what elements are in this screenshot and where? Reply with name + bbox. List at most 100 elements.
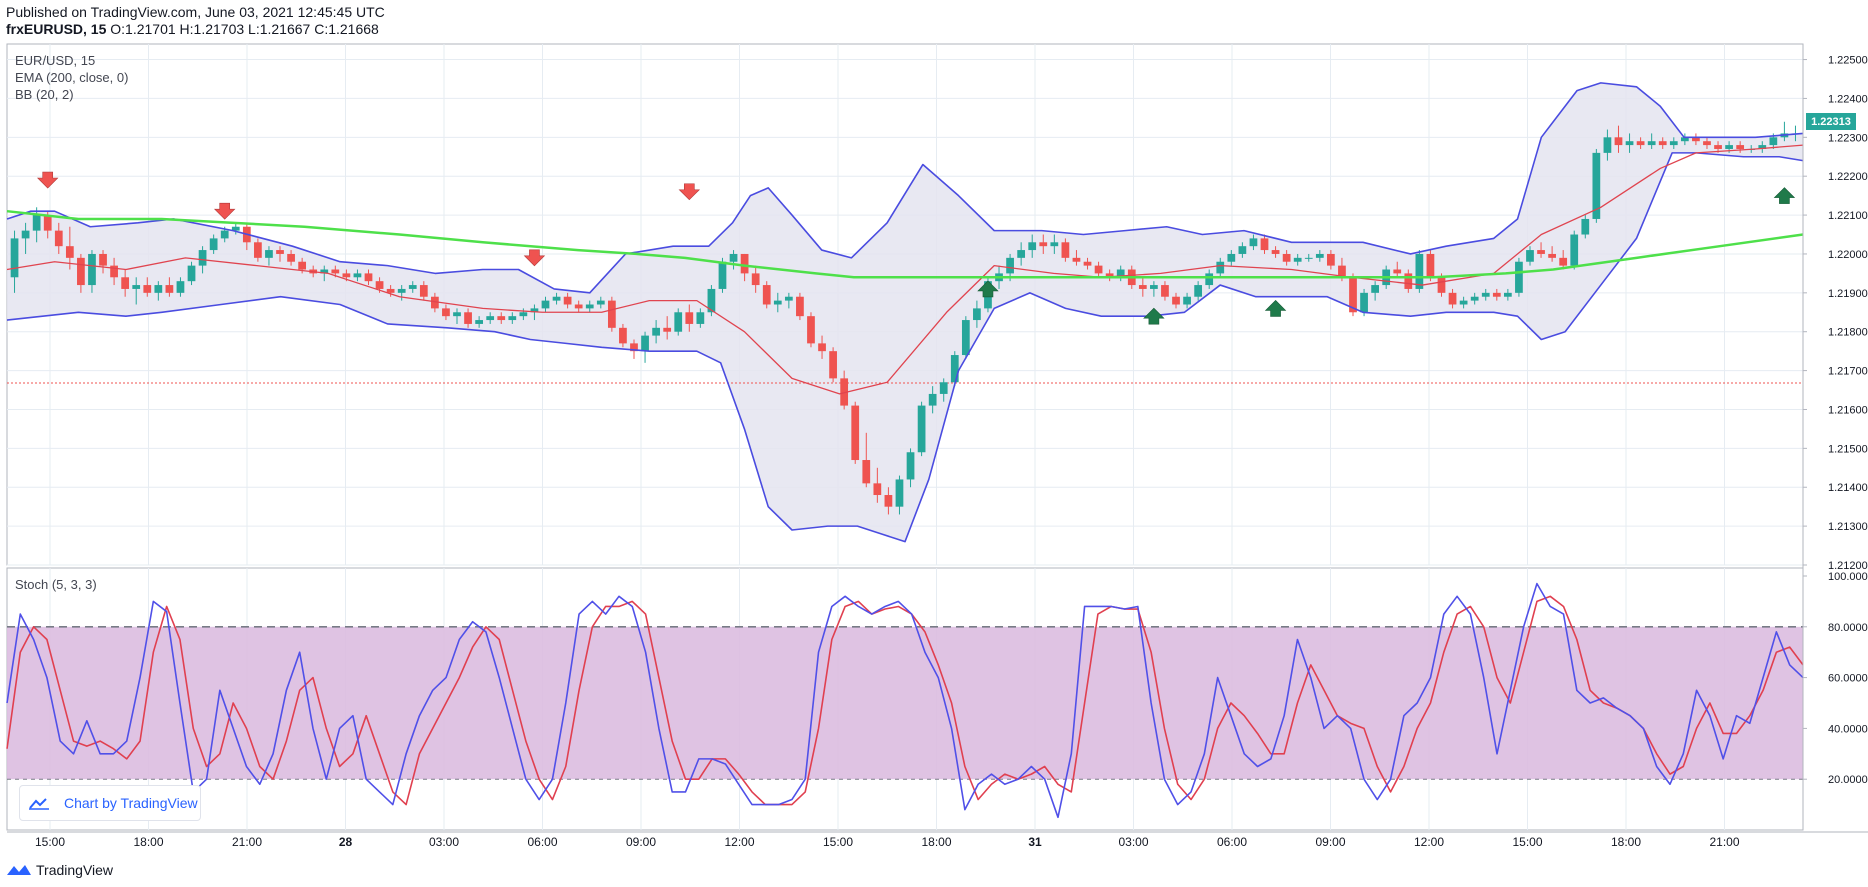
candle-body bbox=[1769, 137, 1778, 146]
candle-body bbox=[784, 296, 793, 301]
candle-body bbox=[1327, 253, 1335, 266]
candle-body bbox=[1227, 253, 1236, 262]
candle-body bbox=[1138, 285, 1147, 289]
candle-body bbox=[1526, 250, 1534, 262]
last-price-tag: 1.22313 bbox=[1806, 113, 1856, 130]
x-tick-label: 18:00 bbox=[133, 835, 163, 849]
candle-body bbox=[419, 285, 428, 297]
candle-body bbox=[1603, 137, 1612, 153]
candle-body bbox=[1470, 296, 1479, 301]
legend-symbol: EUR/USD, 15 bbox=[15, 53, 96, 68]
chart-canvas[interactable]: 15:00 18:00 21:00 28 03:00 06:00 09:00 12:00 15:… bbox=[0, 0, 1868, 887]
candle-body bbox=[1006, 257, 1014, 274]
candle-body bbox=[773, 300, 782, 305]
x-tick-label: 03:00 bbox=[1118, 835, 1148, 849]
candle-body bbox=[54, 230, 63, 247]
candle-body bbox=[220, 230, 229, 239]
candle-body bbox=[176, 281, 185, 293]
candle-body bbox=[1039, 242, 1048, 247]
candle-body bbox=[1172, 296, 1180, 305]
candle-body bbox=[1282, 253, 1291, 262]
y-tick-label: 1.22100 bbox=[1828, 210, 1868, 222]
candle-body bbox=[1393, 269, 1402, 274]
candle-body bbox=[939, 382, 948, 394]
candle-body bbox=[1625, 141, 1634, 146]
stoch-band-fill bbox=[7, 626, 1803, 780]
candle-body bbox=[585, 304, 594, 309]
candle-body bbox=[641, 335, 649, 352]
candle-body bbox=[1570, 234, 1579, 266]
candle-body bbox=[453, 312, 461, 317]
candle-body bbox=[895, 479, 904, 507]
candle-body bbox=[1161, 285, 1169, 297]
y-tick-label: 1.21500 bbox=[1828, 443, 1868, 455]
candle-body bbox=[807, 316, 815, 344]
candle-body bbox=[607, 300, 616, 328]
buy-arrow-marker bbox=[1773, 187, 1796, 204]
x-tick-label: 12:00 bbox=[1414, 835, 1444, 849]
candle-body bbox=[43, 215, 52, 231]
x-tick-label: 15:00 bbox=[1512, 835, 1542, 849]
footer-label: TradingView bbox=[36, 862, 114, 878]
candle-body bbox=[1426, 253, 1435, 278]
footer-brand[interactable]: TradingView bbox=[6, 861, 113, 879]
candle-body bbox=[851, 405, 860, 461]
candle-body bbox=[254, 242, 262, 258]
candle-body bbox=[331, 269, 340, 274]
candle-body bbox=[829, 351, 837, 379]
candle-body bbox=[928, 393, 937, 406]
candle-body bbox=[287, 253, 295, 262]
candle-body bbox=[1271, 250, 1280, 254]
y-tick-label: 1.21800 bbox=[1828, 327, 1868, 339]
candle-body bbox=[1017, 250, 1026, 258]
chart-by-tradingview-link[interactable]: Chart by TradingView bbox=[19, 785, 201, 821]
candle-body bbox=[99, 253, 107, 266]
candle-body bbox=[1094, 265, 1103, 274]
candle-body bbox=[619, 327, 627, 344]
candle-body bbox=[508, 316, 517, 321]
candle-body bbox=[596, 300, 605, 305]
candle-body bbox=[1515, 261, 1523, 293]
candle-body bbox=[718, 261, 727, 289]
candle-body bbox=[442, 308, 450, 317]
sell-arrow-marker bbox=[523, 249, 546, 267]
candle-body bbox=[209, 238, 218, 251]
y-tick-label: 1.21300 bbox=[1828, 521, 1868, 533]
y-tick-label: 1.21600 bbox=[1828, 404, 1868, 416]
candle-body bbox=[1315, 253, 1324, 258]
candle-body bbox=[1360, 292, 1368, 313]
stoch-y-tick-label: 60.0000 bbox=[1828, 673, 1868, 685]
y-tick-label: 1.22200 bbox=[1828, 171, 1868, 183]
candle-body bbox=[961, 320, 970, 356]
candle-body bbox=[1559, 257, 1568, 266]
candle-body bbox=[1293, 257, 1302, 262]
candle-body bbox=[1437, 277, 1446, 293]
legend-ema: EMA (200, close, 0) bbox=[15, 70, 129, 85]
chart-by-label: Chart by TradingView bbox=[64, 795, 198, 811]
x-tick-label: 12:00 bbox=[724, 835, 754, 849]
candle-body bbox=[342, 273, 351, 278]
candle-body bbox=[386, 288, 395, 293]
candle-body bbox=[1183, 296, 1191, 305]
candle-body bbox=[696, 312, 705, 324]
stoch-y-tick-label: 80.0000 bbox=[1828, 622, 1868, 634]
candle-body bbox=[519, 312, 528, 317]
candle-body bbox=[729, 253, 738, 262]
candle-body bbox=[1714, 145, 1722, 149]
candle-body bbox=[77, 257, 85, 286]
candle-body bbox=[818, 343, 826, 352]
candle-body bbox=[298, 261, 307, 270]
x-tick-label: 09:00 bbox=[626, 835, 656, 849]
x-tick-label: 31 bbox=[1028, 835, 1042, 849]
candle-body bbox=[1216, 261, 1225, 274]
candle-body bbox=[1647, 141, 1656, 146]
sell-arrow-marker bbox=[678, 183, 701, 201]
tradingview-logo-icon bbox=[7, 865, 31, 875]
y-tick-label: 1.21400 bbox=[1828, 482, 1868, 494]
stoch-y-tick-label: 20.0000 bbox=[1828, 774, 1868, 786]
candle-body bbox=[1503, 292, 1512, 297]
candle-body bbox=[1736, 145, 1745, 149]
candle-body bbox=[950, 355, 959, 383]
x-tick-label: 03:00 bbox=[429, 835, 459, 849]
y-tick-label: 1.22000 bbox=[1828, 249, 1868, 261]
